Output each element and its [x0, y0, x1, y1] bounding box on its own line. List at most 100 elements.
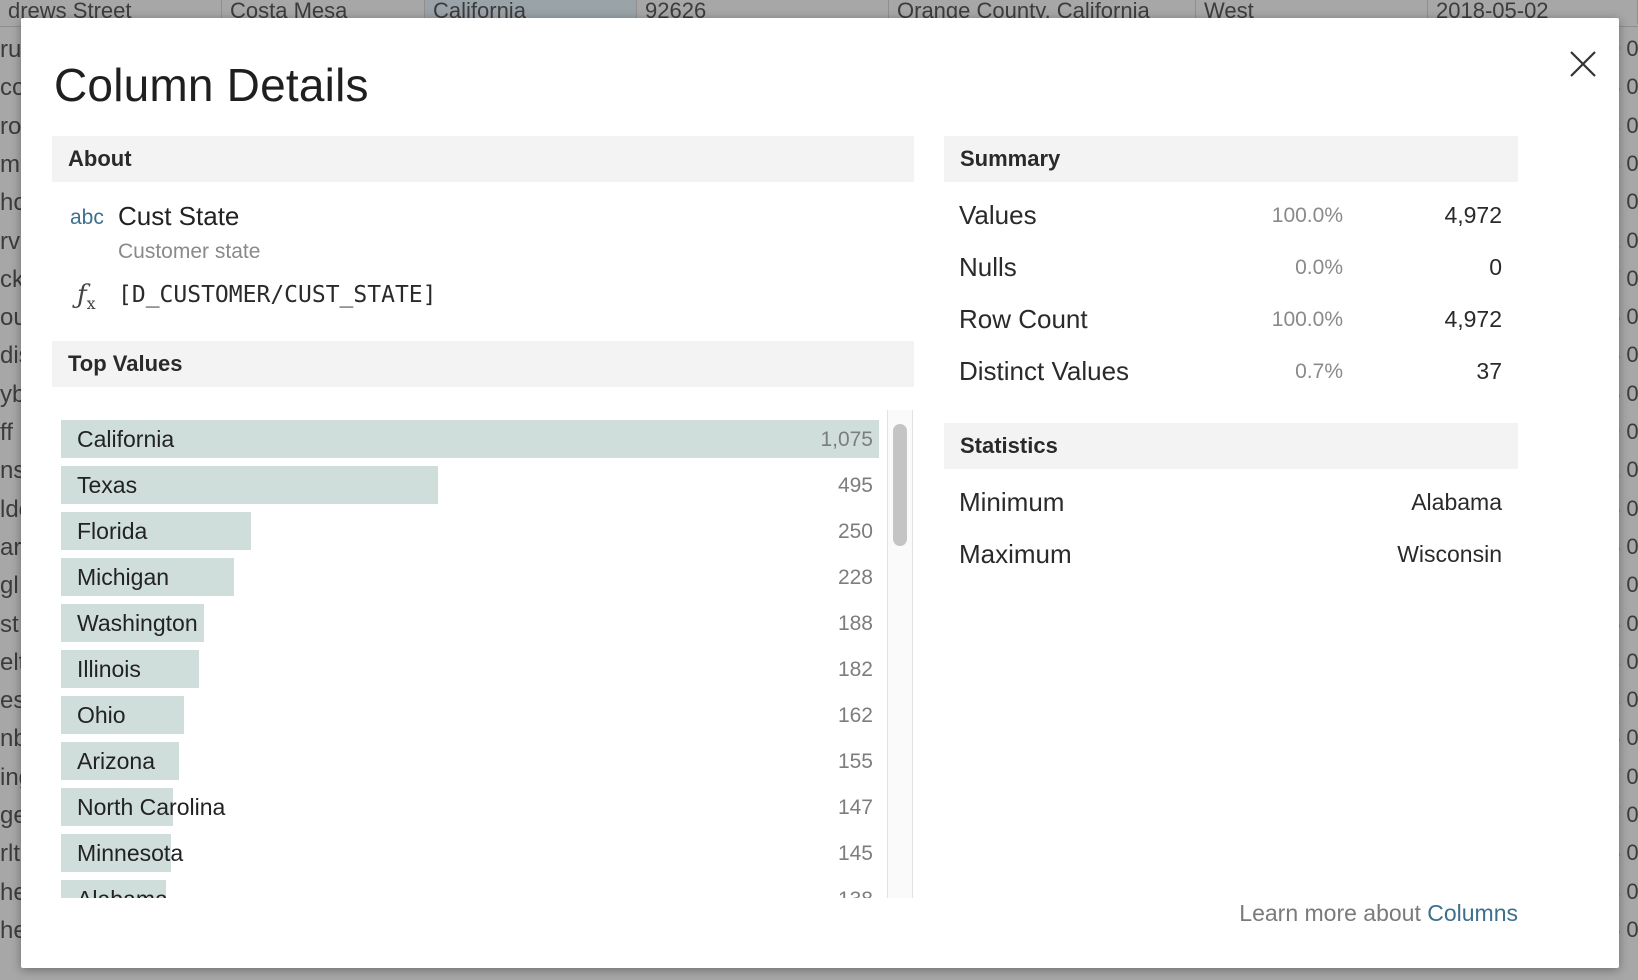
bg-left-fragment: st: [0, 610, 19, 637]
bg-left-fragment: ff: [0, 419, 13, 445]
bg-left-fragment: gl: [0, 572, 19, 599]
bg-left-fragment: nb: [0, 725, 22, 752]
top-value-count: 145: [837, 842, 873, 865]
top-value-label: Washington: [77, 610, 198, 636]
column-name: Cust State: [118, 201, 240, 231]
top-value-item[interactable]: Ohio 162: [61, 696, 873, 734]
top-value-item[interactable]: Illinois 182: [61, 650, 873, 688]
scrollbar-thumb[interactable]: [893, 424, 907, 546]
bg-left-fragment: es: [0, 687, 22, 714]
statistics-heading: Statistics: [944, 423, 1518, 469]
top-value-label: North Carolina: [77, 794, 226, 820]
top-value-label: Alabama: [77, 886, 168, 898]
bg-left-fragment: ge: [0, 802, 22, 828]
top-value-label: Texas: [77, 472, 138, 498]
statistics-value: Alabama: [1411, 489, 1502, 515]
modal-title: Column Details: [54, 59, 369, 111]
bg-left-fragment: ruc: [0, 36, 22, 62]
top-value-item[interactable]: Alabama 138: [61, 880, 873, 898]
top-values-scrollbar[interactable]: [887, 410, 913, 898]
bg-left-fragment: lde: [0, 495, 22, 522]
top-value-item[interactable]: California 1,075: [61, 420, 879, 458]
summary-row-row-count: Row Count 100.0% 4,972: [959, 304, 1502, 344]
bg-left-fragment: ck: [0, 265, 22, 292]
statistics-value: Wisconsin: [1397, 541, 1502, 567]
summary-label: Row Count: [959, 304, 1088, 334]
top-value-item[interactable]: Minnesota 145: [61, 834, 873, 872]
bg-left-fragment: ar: [0, 533, 22, 560]
top-value-count: 228: [837, 566, 873, 589]
bg-left-fragment: m: [0, 150, 20, 177]
close-icon: [1570, 51, 1596, 77]
top-value-label: Minnesota: [77, 840, 184, 866]
summary-percent: 0.0%: [1295, 256, 1343, 279]
summary-value: 4,972: [1444, 202, 1502, 228]
summary-value: 0: [1489, 254, 1502, 280]
top-value-label: Michigan: [77, 564, 170, 590]
bg-left-fragment: he: [0, 916, 22, 943]
top-value-item[interactable]: Arizona 155: [61, 742, 873, 780]
bg-left-fragment: ou: [0, 304, 22, 331]
formula-icon-symbol: ƒ: [77, 280, 87, 310]
top-value-bar: [61, 420, 879, 458]
top-values-list[interactable]: California 1,075 Texas 495 Florida 250 Michiga…: [61, 410, 913, 898]
top-value-label: California: [77, 426, 175, 452]
top-value-count: 495: [837, 474, 873, 497]
top-value-item[interactable]: Florida 250: [61, 512, 873, 550]
about-heading: About: [52, 136, 914, 182]
column-details-modal: Column Details About abc Cust State Cust…: [21, 18, 1619, 968]
column-description: Customer state: [118, 240, 261, 263]
statistics-label: Minimum: [959, 487, 1065, 517]
statistics-row-minimum: Minimum Alabama: [959, 487, 1502, 527]
column-formula: [D_CUSTOMER/CUST_STATE]: [118, 282, 437, 308]
bg-left-fragment: ns: [0, 457, 22, 484]
top-value-count: 155: [837, 750, 873, 773]
bg-left-fragment: dis: [0, 342, 22, 369]
summary-value: 4,972: [1444, 306, 1502, 332]
bg-left-fragment: elt: [0, 648, 22, 675]
top-value-item[interactable]: North Carolina 147: [61, 788, 873, 826]
summary-row-distinct-values: Distinct Values 0.7% 37: [959, 356, 1502, 396]
top-value-item[interactable]: Washington 188: [61, 604, 873, 642]
bg-left-fragment: rv: [0, 227, 20, 254]
top-value-item[interactable]: Michigan 228: [61, 558, 873, 596]
columns-help-link[interactable]: Columns: [1427, 900, 1518, 926]
summary-label: Nulls: [959, 252, 1017, 282]
summary-label: Values: [959, 200, 1037, 230]
formula-icon: ƒx: [77, 280, 96, 313]
top-value-count: 182: [837, 658, 873, 681]
summary-row-nulls: Nulls 0.0% 0: [959, 252, 1502, 292]
top-value-label: Illinois: [77, 656, 141, 682]
bg-left-fragment: he: [0, 878, 22, 905]
bg-left-fragment: ro: [0, 112, 22, 139]
top-value-count: 138: [838, 888, 873, 898]
summary-percent: 100.0%: [1271, 308, 1343, 331]
learn-more-footer: Learn more about Columns: [1181, 900, 1518, 927]
top-value-item[interactable]: Texas 495: [61, 466, 873, 504]
bg-left-fragment: yb: [0, 380, 22, 407]
statistics-label: Maximum: [959, 539, 1072, 569]
top-value-count: 250: [837, 520, 873, 543]
summary-percent: 100.0%: [1271, 204, 1343, 227]
bg-left-fragment: ing: [0, 763, 22, 790]
top-value-count: 162: [837, 704, 873, 727]
string-type-icon: abc: [70, 206, 104, 229]
top-value-count: 147: [837, 796, 873, 819]
top-value-label: Ohio: [77, 702, 126, 728]
top-value-count: 188: [837, 612, 873, 635]
formula-icon-sub: x: [86, 294, 96, 314]
bg-left-fragment: co: [0, 74, 22, 101]
summary-percent: 0.7%: [1295, 360, 1343, 383]
learn-more-text: Learn more about: [1239, 900, 1428, 926]
close-button[interactable]: [1561, 42, 1605, 86]
statistics-row-maximum: Maximum Wisconsin: [959, 539, 1502, 579]
summary-value: 37: [1476, 358, 1502, 384]
summary-heading: Summary: [944, 136, 1518, 182]
top-value-count: 1,075: [820, 428, 873, 451]
top-value-label: Florida: [77, 518, 148, 544]
summary-row-values: Values 100.0% 4,972: [959, 200, 1502, 240]
top-value-label: Arizona: [77, 748, 155, 774]
summary-label: Distinct Values: [959, 356, 1130, 386]
bg-left-fragment: rlt: [0, 840, 20, 867]
top-values-heading: Top Values: [52, 341, 914, 387]
